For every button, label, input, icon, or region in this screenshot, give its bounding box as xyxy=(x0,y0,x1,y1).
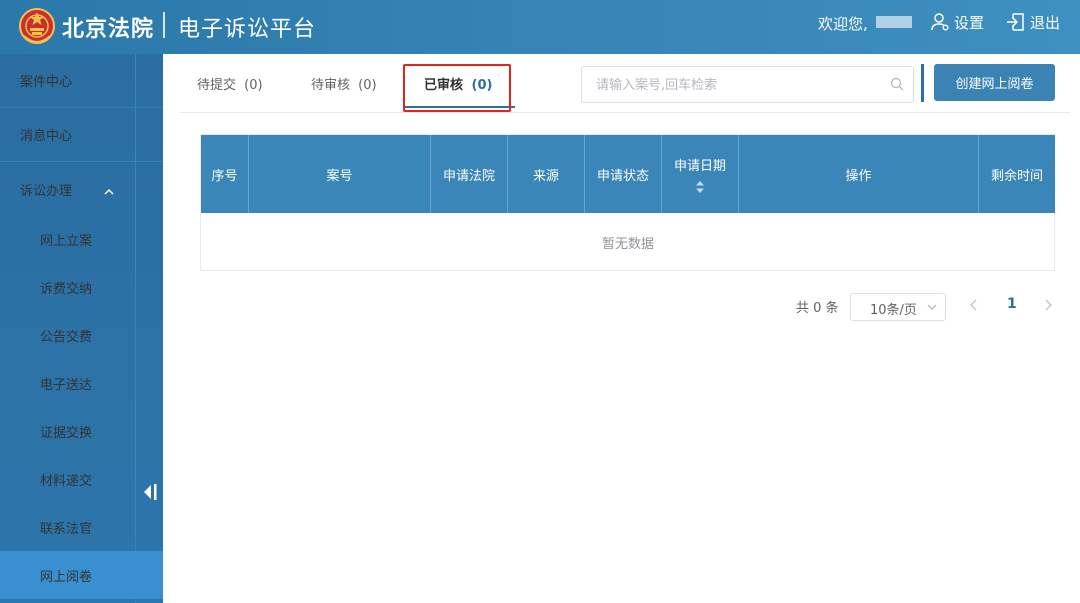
sidebar-item-case-center[interactable]: 案件中心 xyxy=(0,54,163,108)
column-header-index: 序号 xyxy=(201,135,249,213)
column-header-case-no: 案号 xyxy=(249,135,431,213)
sidebar-item-message-center[interactable]: 消息中心 xyxy=(0,108,163,162)
next-page-icon[interactable] xyxy=(1042,298,1054,312)
top-header: 北京法院 电子诉讼平台 欢迎您, 设置 退出 xyxy=(0,0,1080,54)
logout-button[interactable]: 退出 xyxy=(1006,11,1060,33)
sidebar-item-fee-payment[interactable]: 诉费交纳 xyxy=(0,263,135,311)
masked-username xyxy=(876,16,912,28)
sidebar-item-label: 消息中心 xyxy=(20,129,73,144)
sidebar-item-label: 诉费交纳 xyxy=(40,281,93,297)
column-header-court: 申请法院 xyxy=(431,135,508,213)
logout-icon xyxy=(1007,13,1024,31)
brand-divider xyxy=(163,12,165,38)
case-search-input[interactable] xyxy=(596,76,876,94)
court-brand: 北京法院 xyxy=(62,17,155,42)
collapse-sidebar-icon[interactable] xyxy=(142,482,158,502)
tab-pending-submit[interactable]: 待提交 (0) xyxy=(197,74,263,93)
settings-label: 设置 xyxy=(954,13,985,32)
platform-title: 电子诉讼平台 xyxy=(178,17,317,42)
sidebar-item-online-filing[interactable]: 网上立案 xyxy=(0,215,135,263)
case-search-box xyxy=(581,66,914,103)
tabs-divider xyxy=(180,112,1070,113)
tab-count: (0) xyxy=(471,78,493,93)
sidebar-item-notice-fee[interactable]: 公告交费 xyxy=(0,311,135,359)
sidebar-item-contact-judge[interactable]: 联系法官 xyxy=(0,503,135,551)
sort-caret-icon[interactable] xyxy=(695,180,705,194)
column-header-remaining-time: 剩余时间 xyxy=(990,168,1043,184)
table-empty-text: 暂无数据 xyxy=(601,236,654,252)
settings-button[interactable]: 设置 xyxy=(930,11,984,33)
pagination-total: 共 0 条 xyxy=(796,301,839,316)
column-header-date[interactable]: 申请日期 xyxy=(662,135,739,213)
column-header-source: 来源 xyxy=(508,135,585,213)
sidebar-item-label: 联系法官 xyxy=(40,521,93,537)
sidebar-item-label: 诉讼办理 xyxy=(20,183,73,199)
prev-page-icon[interactable] xyxy=(968,298,980,312)
sidebar-item-label: 案件中心 xyxy=(20,75,73,90)
sidebar-item-label: 网上立案 xyxy=(40,233,93,249)
column-header-date-label: 申请日期 xyxy=(673,158,726,174)
chevron-down-icon xyxy=(927,304,937,310)
create-online-review-button[interactable]: 创建网上阅卷 xyxy=(934,64,1055,101)
page-size-select[interactable]: 10条/页 xyxy=(850,293,946,321)
tab-label: 待审核 xyxy=(311,78,351,93)
court-emblem-icon xyxy=(19,8,55,44)
active-tab-indicator xyxy=(403,106,515,108)
review-table: 序号 案号 申请法院 来源 申请状态 申请日期 操作 剩余时间 暂无数据 xyxy=(200,134,1055,271)
column-header-actions: 操作 xyxy=(739,135,979,213)
sidebar-item-material-submit[interactable]: 材料递交 xyxy=(0,455,135,503)
tab-pending-review[interactable]: 待审核 (0) xyxy=(311,74,377,93)
tab-reviewed[interactable]: 已审核 (0) xyxy=(424,74,492,93)
sidebar-item-label: 公告交费 xyxy=(40,329,93,345)
sidebar-item-label: 证据交换 xyxy=(40,425,93,441)
welcome-text: 欢迎您, xyxy=(818,15,868,33)
sidebar-item-e-service[interactable]: 电子送达 xyxy=(0,359,135,407)
sidebar-item-online-file-review[interactable]: 网上阅卷 xyxy=(0,551,163,599)
sidebar-item-label: 网上阅卷 xyxy=(40,569,93,585)
page-size-label: 10条/页 xyxy=(870,303,917,318)
sidebar-item-label: 材料递交 xyxy=(40,473,93,489)
sidebar-item-evidence-exchange[interactable]: 证据交换 xyxy=(0,407,135,455)
search-icon[interactable] xyxy=(890,77,904,91)
tab-label: 待提交 xyxy=(197,78,237,93)
sidebar-item-litigation[interactable]: 诉讼办理 xyxy=(0,162,163,216)
logout-label: 退出 xyxy=(1030,13,1061,32)
sidebar-item-label: 电子送达 xyxy=(40,377,93,393)
column-header-status: 申请状态 xyxy=(585,135,662,213)
tab-label: 已审核 xyxy=(424,78,464,93)
pagination-page[interactable]: 1 xyxy=(1007,296,1017,312)
user-settings-icon xyxy=(931,13,949,31)
chevron-up-icon xyxy=(104,189,114,195)
tab-count: (0) xyxy=(358,78,377,93)
action-divider xyxy=(921,64,924,102)
tab-count: (0) xyxy=(244,78,263,93)
table-header: 序号 案号 申请法院 来源 申请状态 申请日期 操作 剩余时间 xyxy=(201,135,1055,213)
